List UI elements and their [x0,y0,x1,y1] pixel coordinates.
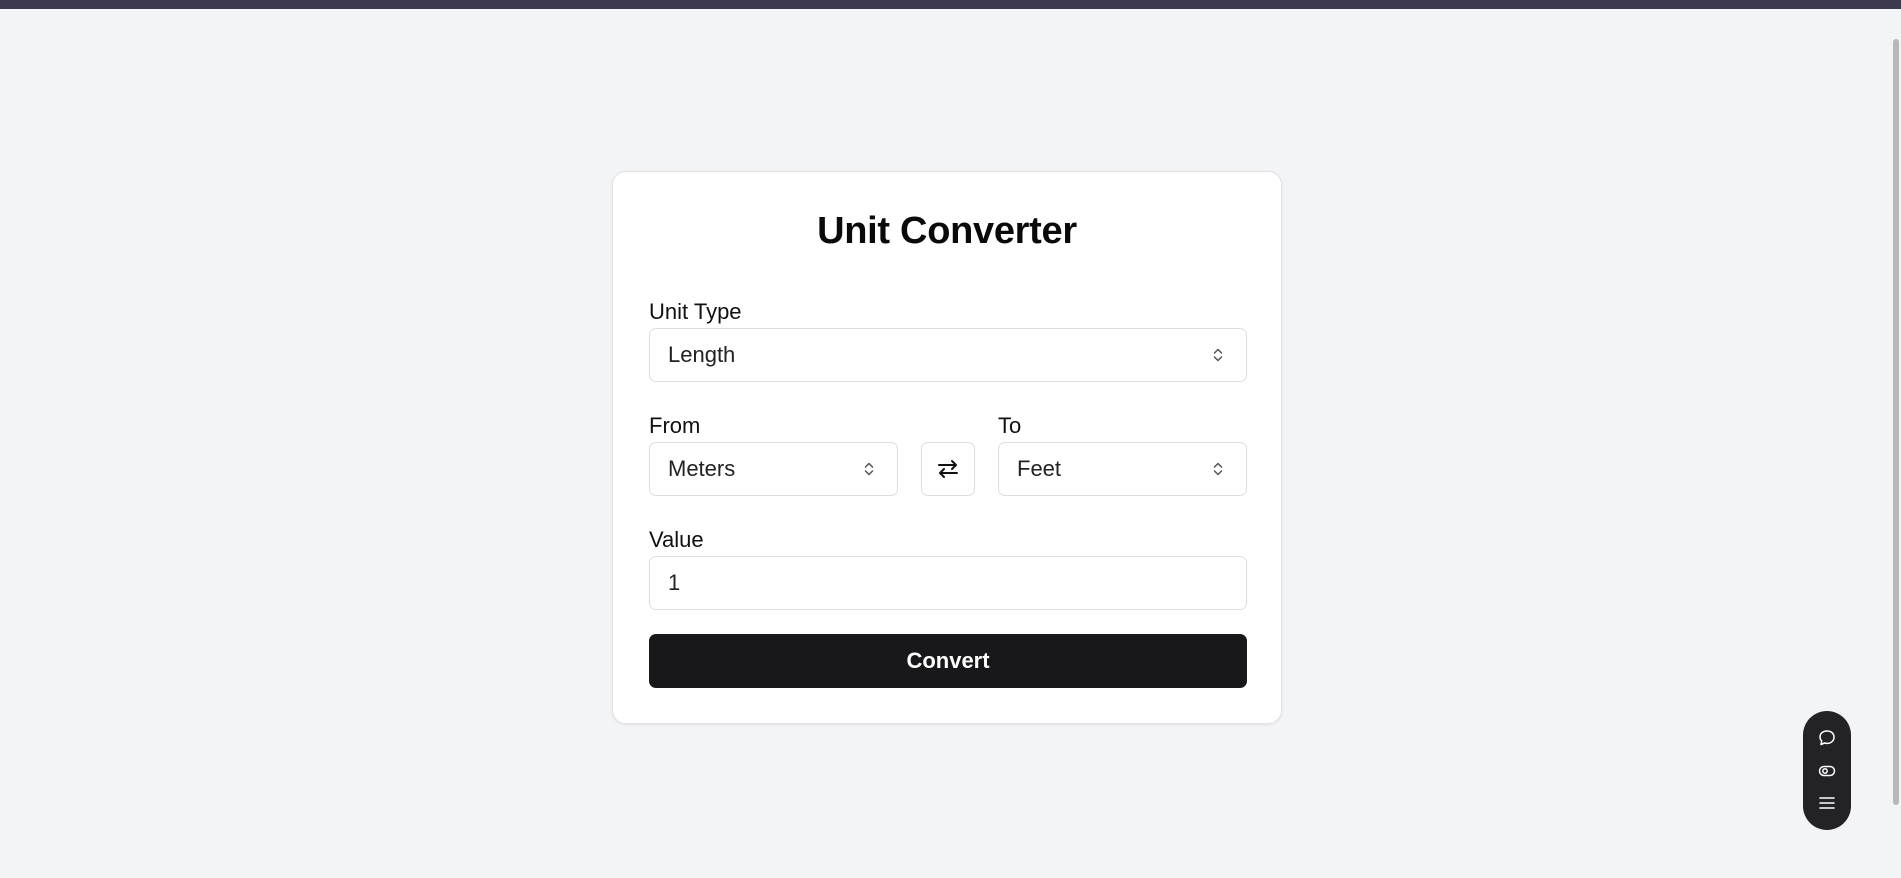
browser-top-bar [0,0,1901,9]
to-unit-select[interactable]: Feet [998,442,1247,496]
chevron-updown-icon [864,462,874,476]
floating-toolbar [1803,711,1851,830]
eye-icon [1818,765,1836,776]
from-label: From [649,413,701,438]
to-label: To [998,413,1022,438]
to-unit-value: Feet [1017,456,1062,481]
unit-type-select[interactable]: Length [649,328,1247,382]
page-scrollbar[interactable] [1889,9,1901,878]
swap-units-button[interactable] [921,442,975,496]
value-label: Value [649,527,704,552]
preview-button[interactable] [1815,759,1839,783]
scrollbar-thumb[interactable] [1893,39,1899,805]
chat-button[interactable] [1815,726,1839,750]
page-title: Unit Converter [817,210,1077,252]
menu-icon [1819,797,1835,810]
convert-button[interactable]: Convert [649,634,1247,688]
value-input[interactable] [649,556,1247,610]
from-unit-value: Meters [668,456,736,481]
unit-type-value: Length [668,342,736,367]
swap-arrows-icon [938,460,958,478]
unit-type-label: Unit Type [649,299,742,324]
chevron-updown-icon [1213,348,1223,362]
chat-icon [1819,730,1835,745]
converter-card: Unit Converter Unit Type Length From Met… [612,171,1282,724]
from-unit-select[interactable]: Meters [649,442,898,496]
chevron-updown-icon [1213,462,1223,476]
menu-button[interactable] [1815,791,1839,815]
